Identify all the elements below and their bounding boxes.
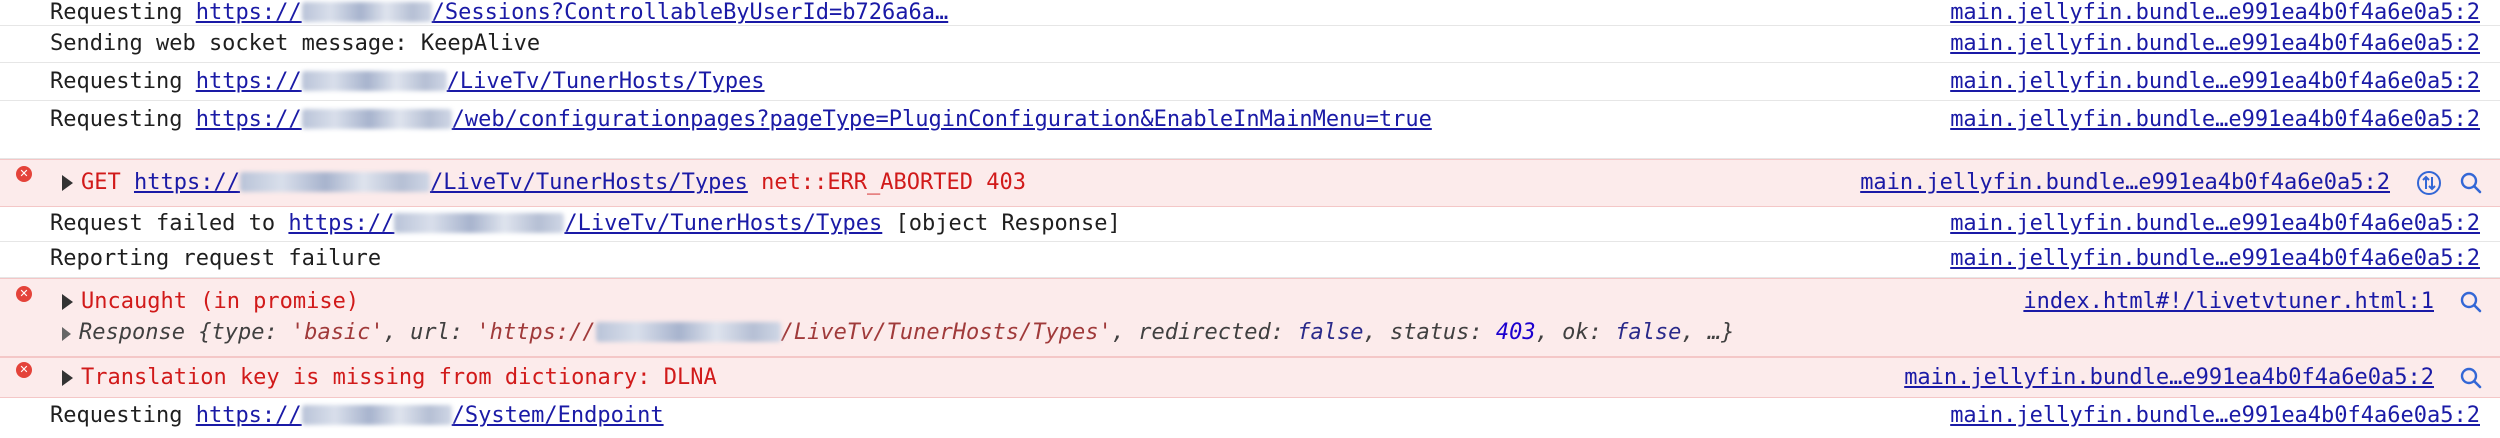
console-message: Requesting https:///LiveTv/TunerHosts/Ty… (0, 63, 2500, 101)
source-link[interactable]: main.jellyfin.bundle…e991ea4b0f4a6e0a5:2 (1950, 403, 2480, 429)
message-suffix: [object Response] (882, 211, 1121, 236)
error-status: net::ERR_ABORTED 403 (747, 170, 1026, 195)
request-method: GET (81, 170, 134, 195)
error-circle-icon: ✕ (16, 286, 32, 302)
network-request-icon[interactable] (2416, 170, 2442, 196)
message-text: Requesting https:///web/configurationpag… (50, 107, 1432, 133)
request-url-link[interactable]: https:///Sessions?ControllableByUserId=b… (196, 0, 949, 25)
message-text: Requesting https:///Sessions?Controllabl… (50, 0, 948, 26)
message-prefix: Request failed to (50, 211, 289, 236)
redacted-host (239, 172, 430, 192)
source-link[interactable]: main.jellyfin.bundle…e991ea4b0f4a6e0a5:2 (1950, 31, 2480, 57)
search-icon[interactable] (2458, 365, 2484, 391)
redacted-host (301, 2, 432, 22)
console-message: Requesting https:///System/Endpoint main… (0, 398, 2500, 438)
search-icon[interactable] (2458, 170, 2484, 196)
error-text: Uncaught (in promise) (81, 289, 360, 314)
redacted-host (595, 322, 781, 342)
message-text: Request failed to https:///LiveTv/TunerH… (50, 211, 1121, 237)
console-message: Request failed to https:///LiveTv/TunerH… (0, 207, 2500, 242)
message-prefix: Requesting (50, 69, 196, 94)
redacted-host (301, 405, 452, 425)
console-message: Requesting https:///web/configurationpag… (0, 101, 2500, 159)
expand-triangle-icon[interactable] (62, 175, 73, 191)
console-error-message: ✕ Uncaught (in promise) index.html#!/liv… (0, 278, 2500, 357)
message-text: Translation key is missing from dictiona… (50, 365, 717, 391)
source-link[interactable]: main.jellyfin.bundle…e991ea4b0f4a6e0a5:2 (1904, 365, 2434, 391)
request-url-link[interactable]: https:///LiveTv/TunerHosts/Types (196, 69, 765, 94)
error-text: Translation key is missing from dictiona… (81, 365, 717, 390)
error-circle-icon: ✕ (16, 362, 32, 378)
request-url-link[interactable]: https:///System/Endpoint (196, 403, 664, 428)
expand-triangle-icon[interactable] (62, 370, 73, 386)
source-link[interactable]: main.jellyfin.bundle…e991ea4b0f4a6e0a5:2 (1950, 246, 2480, 272)
source-link[interactable]: main.jellyfin.bundle…e991ea4b0f4a6e0a5:2 (1950, 69, 2480, 95)
message-text: Requesting https:///LiveTv/TunerHosts/Ty… (50, 69, 765, 95)
search-icon[interactable] (2458, 289, 2484, 315)
console-message: Reporting request failure main.jellyfin.… (0, 242, 2500, 278)
message-text: GET https:///LiveTv/TunerHosts/Types net… (50, 170, 1026, 196)
error-circle-icon: ✕ (16, 166, 32, 182)
message-prefix: Requesting (50, 0, 196, 25)
request-url-link[interactable]: https:///LiveTv/TunerHosts/Types (288, 211, 882, 236)
console-message: Requesting https:///Sessions?Controllabl… (0, 0, 2500, 26)
source-link[interactable]: main.jellyfin.bundle…e991ea4b0f4a6e0a5:2 (1860, 170, 2390, 196)
message-text: Sending web socket message: KeepAlive (50, 31, 541, 56)
response-object[interactable]: Response {type: 'basic', url: 'https:///… (50, 320, 1734, 346)
console-error-message: ✕ GET https:///LiveTv/TunerHosts/Types n… (0, 159, 2500, 207)
redacted-host (301, 71, 447, 91)
message-prefix: Requesting (50, 107, 196, 132)
message-prefix: Requesting (50, 403, 196, 428)
message-text: Requesting https:///System/Endpoint (50, 403, 664, 429)
request-url-link[interactable]: https:///web/configurationpages?pageType… (196, 107, 1432, 132)
console-panel: Requesting https:///Sessions?Controllabl… (0, 0, 2500, 438)
source-link[interactable]: main.jellyfin.bundle…e991ea4b0f4a6e0a5:2 (1950, 211, 2480, 237)
source-link[interactable]: main.jellyfin.bundle…e991ea4b0f4a6e0a5:2 (1950, 0, 2480, 26)
console-message: Sending web socket message: KeepAlive ma… (0, 26, 2500, 63)
console-error-message: ✕ Translation key is missing from dictio… (0, 357, 2500, 398)
message-text: Reporting request failure (50, 246, 382, 271)
request-url-link[interactable]: https:///LiveTv/TunerHosts/Types (134, 170, 748, 195)
redacted-host (301, 109, 452, 129)
source-link[interactable]: index.html#!/livetvtuner.html:1 (2023, 289, 2434, 315)
expand-triangle-icon[interactable] (62, 294, 73, 310)
message-text: Uncaught (in promise) (50, 289, 359, 315)
redacted-host (394, 213, 565, 233)
expand-triangle-icon[interactable] (62, 327, 71, 341)
source-link[interactable]: main.jellyfin.bundle…e991ea4b0f4a6e0a5:2 (1950, 107, 2480, 133)
